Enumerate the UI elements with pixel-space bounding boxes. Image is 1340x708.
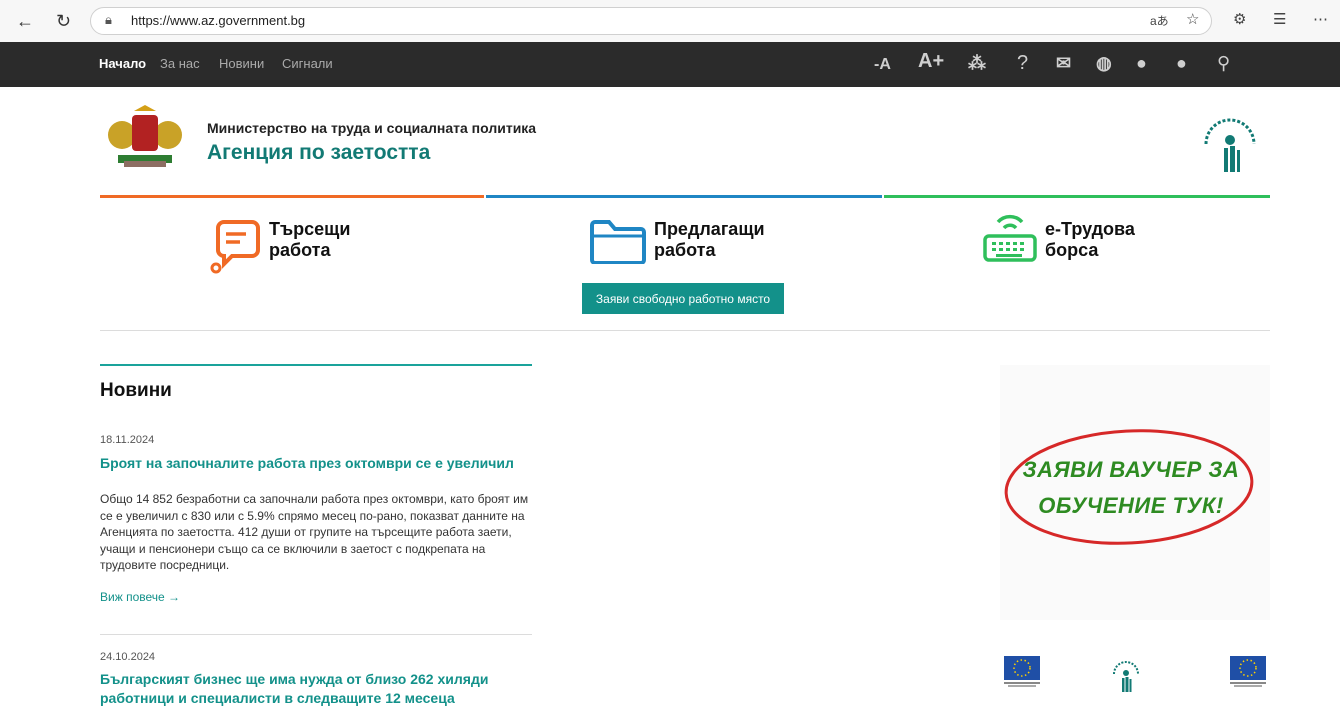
news-date: 18.11.2024: [100, 434, 155, 446]
back-arrow-icon[interactable]: ←: [16, 9, 34, 33]
address-bar[interactable]: 🔒︎ https://www.az.government.bg: [90, 7, 1212, 35]
agency-logo[interactable]: [1198, 106, 1262, 178]
voucher-line2: ОБУЧЕНИЕ ТУК!: [1038, 493, 1224, 518]
coat-of-arms-logo[interactable]: [104, 105, 186, 171]
category-e-exchange-line2: борса: [1045, 240, 1099, 260]
reload-icon[interactable]: ↻: [56, 9, 71, 33]
nav-about[interactable]: За нас: [160, 56, 200, 71]
category-employers-line1: Предлагащи: [654, 219, 765, 239]
read-aloud-icon[interactable]: aあ: [1150, 12, 1169, 29]
news-date: 24.10.2024: [100, 651, 156, 663]
category-employers[interactable]: Предлагащи работа: [654, 219, 765, 261]
font-increase-icon[interactable]: A+: [918, 50, 944, 72]
sitemap-icon[interactable]: ⁂: [968, 52, 986, 74]
folder-icon[interactable]: [589, 218, 649, 264]
info-icon[interactable]: ●: [1136, 52, 1147, 74]
search-icon[interactable]: ⚲: [1217, 52, 1230, 74]
favorites-list-icon[interactable]: ☰: [1273, 10, 1286, 28]
voucher-banner[interactable]: ЗАЯВИ ВАУЧЕР ЗА ОБУЧЕНИЕ ТУК!: [1000, 365, 1270, 620]
category-job-seekers-line2: работа: [269, 240, 331, 260]
bar-job-seekers: [100, 195, 484, 198]
ministry-name: Министерство на труда и социалната полит…: [207, 120, 537, 136]
voucher-line1: ЗАЯВИ ВАУЧЕР ЗА: [1022, 457, 1240, 482]
extensions-icon[interactable]: ⚙: [1233, 10, 1246, 28]
font-decrease-icon[interactable]: -A: [874, 54, 891, 76]
news-divider: [100, 634, 532, 635]
keyboard-wifi-icon[interactable]: [982, 212, 1038, 264]
more-icon[interactable]: ⋯: [1313, 10, 1328, 28]
mail-icon[interactable]: ✉: [1056, 52, 1071, 74]
agency-name[interactable]: Агенция по заетостта: [207, 141, 430, 165]
news-title[interactable]: Българският бизнес ще има нужда от близо…: [100, 670, 540, 708]
url-text[interactable]: https://www.az.government.bg: [131, 13, 305, 28]
agency-small-logo: [1113, 661, 1139, 692]
top-navigation: Начало За нас Новини Сигнали -A A+ ⁂ ? ✉…: [0, 42, 1340, 87]
browser-toolbar: ← ↻ 🔒︎ https://www.az.government.bg aあ ☆…: [0, 0, 1340, 43]
eu-flag-logo: [1004, 656, 1040, 687]
nav-news[interactable]: Новини: [219, 56, 264, 71]
read-more-link[interactable]: Виж повече →: [100, 590, 180, 604]
news-heading: Новини: [100, 380, 172, 401]
nav-home[interactable]: Начало: [99, 56, 146, 71]
bar-employers: [486, 195, 882, 198]
news-accent-line: [100, 364, 532, 366]
globe-icon[interactable]: ◍: [1096, 52, 1112, 74]
news-excerpt: Общо 14 852 безработни са започнали рабо…: [100, 492, 529, 572]
category-e-exchange-line1: е-Трудова: [1045, 219, 1135, 239]
e-services-icon[interactable]: ●: [1176, 52, 1187, 74]
news-title[interactable]: Броят на започналите работа през октомвр…: [100, 454, 540, 473]
favorite-star-icon[interactable]: ☆: [1186, 10, 1199, 28]
nav-signals[interactable]: Сигнали: [282, 56, 333, 71]
eu-flag-logo-2: [1230, 656, 1266, 687]
category-job-seekers[interactable]: Търсещи работа: [269, 219, 350, 261]
category-job-seekers-line1: Търсещи: [269, 219, 351, 239]
category-employers-line2: работа: [654, 240, 716, 260]
section-divider: [100, 330, 1270, 331]
help-icon[interactable]: ?: [1017, 52, 1028, 74]
bar-e-exchange: [884, 195, 1270, 198]
chat-bubble-icon[interactable]: [210, 216, 260, 274]
declare-vacancy-button[interactable]: Заяви свободно работно място: [582, 283, 784, 314]
category-e-exchange[interactable]: е-Трудова борса: [1045, 219, 1135, 261]
lock-icon[interactable]: 🔒︎: [105, 12, 112, 28]
